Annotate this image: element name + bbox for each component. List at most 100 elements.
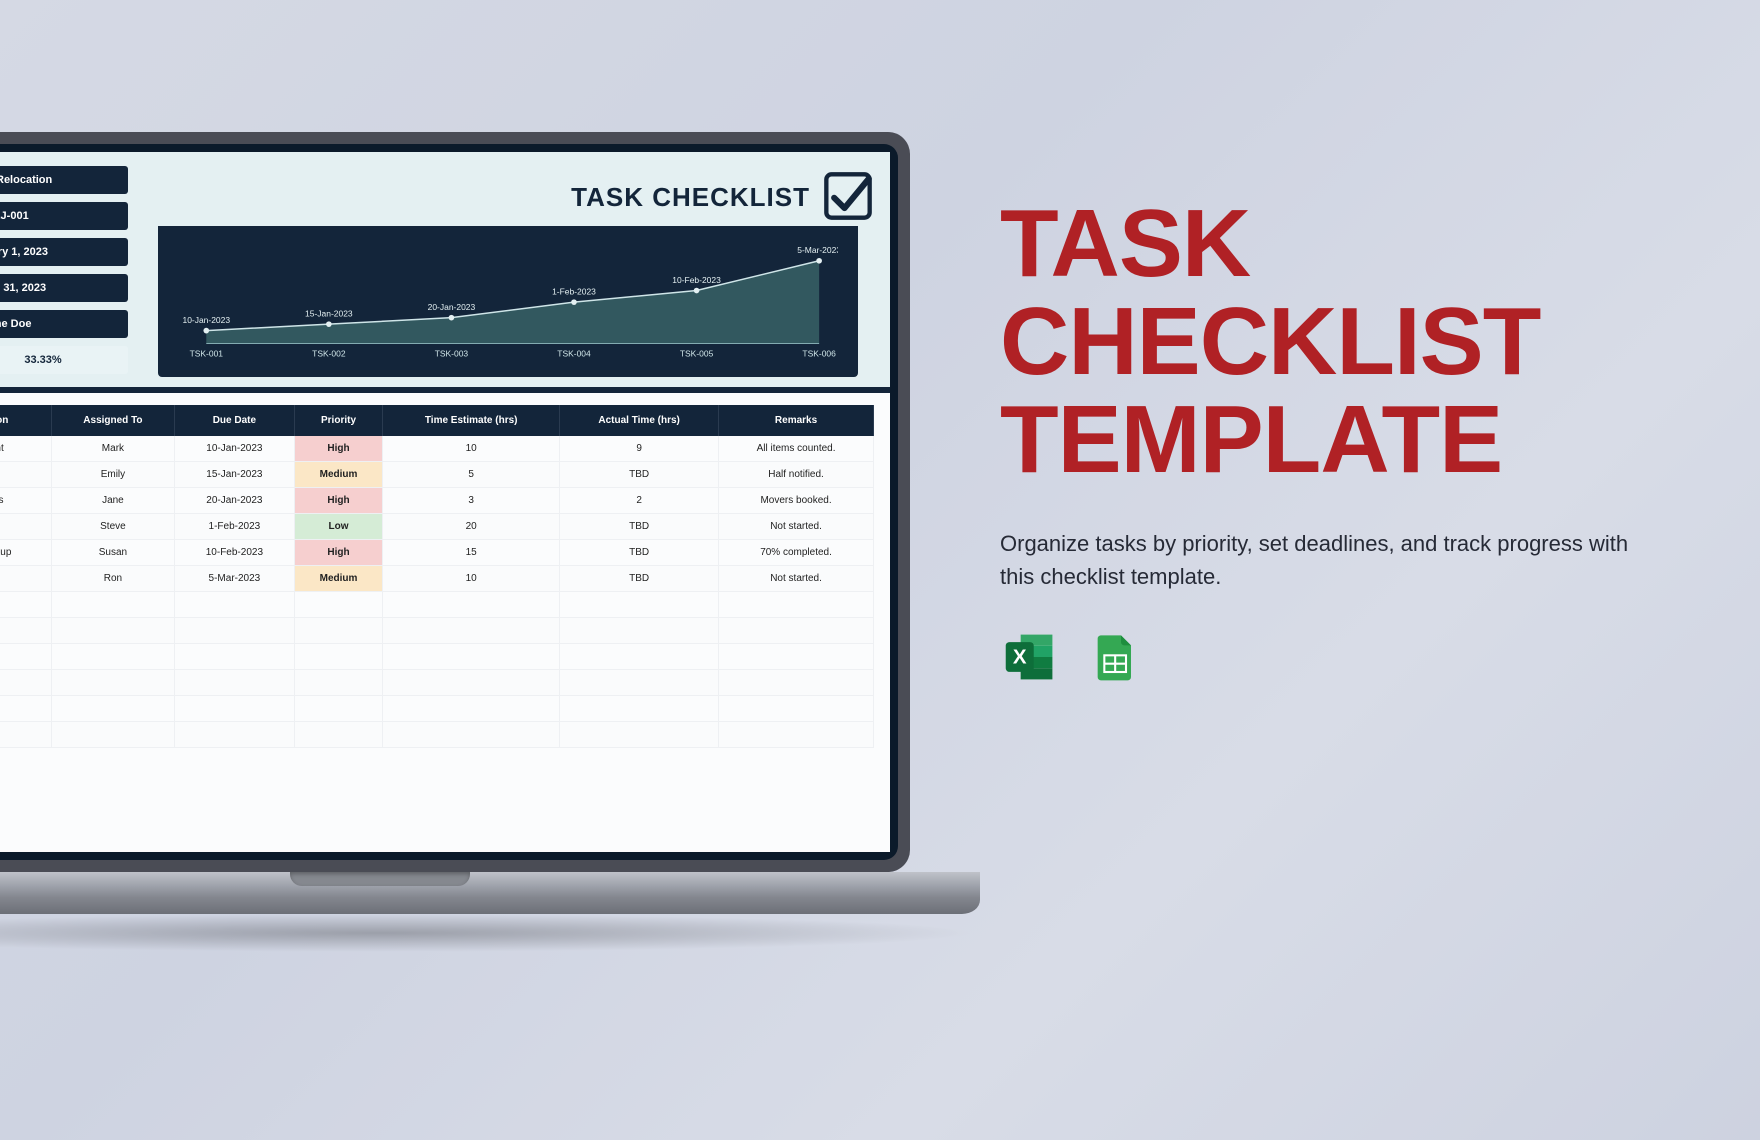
cell-empty (0, 644, 51, 670)
cell-assigned: Emily (51, 462, 174, 488)
cell-empty (383, 696, 560, 722)
cell-remarks: Not started. (719, 566, 874, 592)
cell-empty (51, 670, 174, 696)
task-table-header: Task Description Assigned To Due Date Pr… (0, 405, 874, 436)
cell-empty (719, 722, 874, 748)
col-due: Due Date (174, 405, 294, 436)
chart-x-tick: TSK-004 (557, 349, 591, 359)
cell-empty (719, 696, 874, 722)
table-row: UnpackingRon5-Mar-2023Medium10TBDNot sta… (0, 566, 874, 592)
cell-empty (560, 592, 719, 618)
cell-empty (174, 670, 294, 696)
cell-actual: TBD (560, 566, 719, 592)
table-row: Notify StaffEmily15-Jan-2023Medium5TBDHa… (0, 462, 874, 488)
cell-due: 10-Feb-2023 (174, 540, 294, 566)
col-taskdesc: Task Description (0, 405, 51, 436)
cell-task-desc: Inventory Count (0, 436, 51, 462)
chart-point-label: 1-Feb-2023 (552, 287, 596, 297)
cell-remarks: Not started. (719, 514, 874, 540)
cell-actual: TBD (560, 540, 719, 566)
cell-remarks: Half notified. (719, 462, 874, 488)
cell-empty (560, 722, 719, 748)
promo-panel: TASK CHECKLIST TEMPLATE Organize tasks b… (1000, 195, 1640, 687)
table-row: PackingSteve1-Feb-2023Low20TBDNot starte… (0, 514, 874, 540)
cell-empty (0, 618, 51, 644)
table-row-empty (0, 722, 874, 748)
chart-x-tick: TSK-003 (435, 349, 469, 359)
cell-estimate: 20 (383, 514, 560, 540)
title-line-3: TEMPLATE (1000, 386, 1502, 493)
cell-priority: High (294, 488, 382, 514)
title-line-2: CHECKLIST (1000, 288, 1540, 395)
cell-empty (719, 644, 874, 670)
cell-empty (0, 722, 51, 748)
cell-assigned: Steve (51, 514, 174, 540)
cell-empty (383, 618, 560, 644)
table-row-empty (0, 618, 874, 644)
cell-empty (383, 592, 560, 618)
table-row: IT Systems BackupSusan10-Feb-2023High15T… (0, 540, 874, 566)
table-row: Inventory CountMark10-Jan-2023High109All… (0, 436, 874, 462)
cell-estimate: 10 (383, 566, 560, 592)
cell-empty (560, 618, 719, 644)
chart-point-label: 15-Jan-2023 (305, 309, 353, 319)
cell-empty (174, 722, 294, 748)
sheet-title: TASK CHECKLIST (571, 182, 810, 213)
cell-empty (294, 696, 382, 722)
cell-empty (51, 696, 174, 722)
info-column: Office Relocation PRJ-001 January 1, 202… (0, 166, 128, 377)
laptop-bezel: Office Relocation PRJ-001 January 1, 202… (0, 144, 898, 860)
task-table-body: Inventory CountMark10-Jan-2023High109All… (0, 436, 874, 748)
timeline-chart: 10-Jan-2023TSK-00115-Jan-2023TSK-00220-J… (158, 226, 858, 377)
chart-x-tick: TSK-002 (312, 349, 346, 359)
cell-priority: High (294, 436, 382, 462)
excel-icon: X (1000, 627, 1060, 687)
task-table-zone: Task Description Assigned To Due Date Pr… (0, 393, 890, 852)
cell-assigned: Susan (51, 540, 174, 566)
checkbox-logo-icon (822, 170, 874, 222)
cell-due: 10-Jan-2023 (174, 436, 294, 462)
top-zone: Office Relocation PRJ-001 January 1, 202… (0, 152, 890, 393)
cell-empty (294, 592, 382, 618)
spreadsheet-screen: Office Relocation PRJ-001 January 1, 202… (0, 152, 890, 852)
cell-task-desc: Unpacking (0, 566, 51, 592)
cell-estimate: 5 (383, 462, 560, 488)
cell-remarks: All items counted. (719, 436, 874, 462)
assigned-box: Jane Doe (0, 310, 128, 338)
chart-x-tick: TSK-001 (190, 349, 224, 359)
chart-point-label: 10-Jan-2023 (183, 315, 231, 325)
cell-assigned: Jane (51, 488, 174, 514)
cell-empty (174, 618, 294, 644)
cell-priority: Medium (294, 462, 382, 488)
cell-estimate: 10 (383, 436, 560, 462)
table-row-empty (0, 670, 874, 696)
cell-empty (560, 670, 719, 696)
table-row: Contact MoversJane20-Jan-2023High32Mover… (0, 488, 874, 514)
chart-point-label: 10-Feb-2023 (672, 275, 721, 285)
cell-due: 5-Mar-2023 (174, 566, 294, 592)
cell-empty (0, 696, 51, 722)
table-row-empty (0, 696, 874, 722)
cell-empty (294, 670, 382, 696)
cell-actual: 9 (560, 436, 719, 462)
chart-x-tick: TSK-006 (802, 349, 836, 359)
percent-value: 33.33% (0, 346, 128, 374)
table-row-empty (0, 644, 874, 670)
cell-due: 20-Jan-2023 (174, 488, 294, 514)
cell-estimate: 15 (383, 540, 560, 566)
project-id-box: PRJ-001 (0, 202, 128, 230)
promo-subtitle: Organize tasks by priority, set deadline… (1000, 527, 1640, 593)
cell-task-desc: Contact Movers (0, 488, 51, 514)
col-estimate: Time Estimate (hrs) (383, 405, 560, 436)
cell-empty (383, 670, 560, 696)
chart-x-tick: TSK-005 (680, 349, 714, 359)
end-date-box: March 31, 2023 (0, 274, 128, 302)
cell-priority: Medium (294, 566, 382, 592)
cell-empty (560, 696, 719, 722)
col-remarks: Remarks (719, 405, 874, 436)
cell-empty (383, 722, 560, 748)
cell-due: 1-Feb-2023 (174, 514, 294, 540)
percent-row: 33.33% (0, 346, 128, 374)
cell-actual: TBD (560, 462, 719, 488)
cell-remarks: Movers booked. (719, 488, 874, 514)
